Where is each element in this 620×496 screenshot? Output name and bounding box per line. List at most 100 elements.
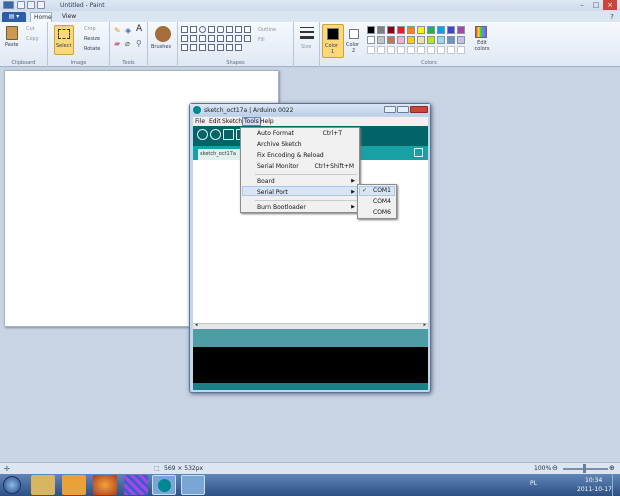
- shape-right-triangle-icon[interactable]: [244, 26, 251, 33]
- app-taskbar-icon[interactable]: [124, 475, 148, 495]
- edit-colors-button[interactable]: Edit colors: [472, 26, 490, 58]
- new-icon[interactable]: [223, 129, 234, 140]
- color-swatch[interactable]: [427, 36, 435, 44]
- menu-item-board[interactable]: Board: [257, 178, 275, 185]
- shape-arrow-right-icon[interactable]: [208, 35, 215, 42]
- menu-file[interactable]: File: [195, 118, 205, 125]
- paint-menu-icon[interactable]: [3, 1, 14, 9]
- shape-curve-icon[interactable]: [190, 26, 197, 33]
- shape-arrow-up-icon[interactable]: [226, 35, 233, 42]
- color-swatch[interactable]: [377, 26, 385, 34]
- save-icon[interactable]: [17, 1, 25, 9]
- submenu-item-com6[interactable]: COM6: [373, 209, 391, 216]
- tab-menu-icon[interactable]: [414, 148, 423, 157]
- menu-sketch[interactable]: Sketch: [222, 118, 242, 125]
- copy-button[interactable]: Copy: [26, 36, 39, 43]
- tab-home[interactable]: Home: [30, 12, 52, 22]
- resize-button[interactable]: Resize: [84, 36, 100, 43]
- shape-line-icon[interactable]: [181, 26, 188, 33]
- stop-icon[interactable]: [210, 129, 221, 140]
- shape-polygon-icon[interactable]: [226, 26, 233, 33]
- color-swatch[interactable]: [437, 36, 445, 44]
- shape-callout-rect-icon[interactable]: [199, 44, 206, 51]
- pencil-icon[interactable]: ✎: [114, 27, 121, 35]
- color-swatch[interactable]: [377, 36, 385, 44]
- custom-color-swatch[interactable]: [387, 46, 395, 54]
- minimize-icon[interactable]: –: [575, 0, 589, 10]
- arduino-minimize-icon[interactable]: [384, 106, 396, 113]
- file-menu-button[interactable]: ▤ ▾: [2, 12, 26, 22]
- shape-arrow-down-icon[interactable]: [235, 35, 242, 42]
- custom-color-swatch[interactable]: [397, 46, 405, 54]
- submenu-item-com1[interactable]: COM1: [373, 187, 391, 194]
- brushes-button[interactable]: Brushes: [151, 44, 171, 51]
- shape-star4-icon[interactable]: [244, 35, 251, 42]
- rotate-button[interactable]: Rotate: [84, 46, 100, 53]
- shape-lightning-icon[interactable]: [235, 44, 242, 51]
- magnifier-icon[interactable]: ⚲: [136, 40, 142, 48]
- color1-button[interactable]: Color 1: [322, 24, 344, 58]
- custom-color-swatch[interactable]: [377, 46, 385, 54]
- verify-icon[interactable]: [197, 129, 208, 140]
- shape-rectangle-icon[interactable]: [208, 26, 215, 33]
- color-swatch[interactable]: [457, 26, 465, 34]
- menu-help[interactable]: Help: [260, 118, 274, 125]
- arduino-maximize-icon[interactable]: [397, 106, 409, 113]
- custom-color-swatch[interactable]: [447, 46, 455, 54]
- color-swatch[interactable]: [367, 26, 375, 34]
- fill-button[interactable]: Fill: [258, 37, 265, 44]
- menu-item-auto-format[interactable]: Auto Format: [257, 130, 294, 137]
- scroll-right-icon[interactable]: ▸: [423, 322, 426, 328]
- custom-color-swatch[interactable]: [417, 46, 425, 54]
- zoom-in-icon[interactable]: ⊕: [609, 464, 615, 472]
- color-swatch[interactable]: [367, 36, 375, 44]
- select-button[interactable]: Select: [54, 25, 74, 55]
- color-swatch[interactable]: [457, 36, 465, 44]
- text-icon[interactable]: A: [136, 25, 142, 34]
- shape-arrow-left-icon[interactable]: [217, 35, 224, 42]
- paint-taskbar-icon[interactable]: [181, 475, 205, 495]
- custom-color-swatch[interactable]: [437, 46, 445, 54]
- custom-color-swatch[interactable]: [407, 46, 415, 54]
- show-desktop-button[interactable]: [612, 474, 620, 496]
- shape-callout-oval-icon[interactable]: [208, 44, 215, 51]
- color-swatch[interactable]: [397, 36, 405, 44]
- crop-button[interactable]: Crop: [84, 26, 96, 33]
- firefox-taskbar-icon[interactable]: [93, 475, 117, 495]
- submenu-item-com4[interactable]: COM4: [373, 198, 391, 205]
- shape-diamond-icon[interactable]: [181, 35, 188, 42]
- color-swatch[interactable]: [417, 26, 425, 34]
- language-indicator[interactable]: PL: [530, 480, 537, 487]
- color-swatch[interactable]: [407, 36, 415, 44]
- help-icon[interactable]: ?: [605, 12, 619, 22]
- shape-heart-icon[interactable]: [226, 44, 233, 51]
- undo-icon[interactable]: [27, 1, 35, 9]
- menu-item-fix-encoding[interactable]: Fix Encoding & Reload: [257, 152, 324, 159]
- media-player-taskbar-icon[interactable]: [62, 475, 86, 495]
- paste-icon[interactable]: [6, 26, 18, 40]
- zoom-out-icon[interactable]: ⊖: [552, 464, 558, 472]
- color-swatch[interactable]: [437, 26, 445, 34]
- color-swatch[interactable]: [447, 26, 455, 34]
- scroll-left-icon[interactable]: ◂: [195, 322, 198, 328]
- redo-icon[interactable]: [37, 1, 45, 9]
- shape-rounded-rect-icon[interactable]: [217, 26, 224, 33]
- color-picker-icon[interactable]: ⌀: [125, 40, 130, 48]
- menu-item-serial-port[interactable]: Serial Port: [257, 189, 288, 196]
- custom-color-swatch[interactable]: [427, 46, 435, 54]
- shape-oval-icon[interactable]: [199, 26, 206, 33]
- arduino-close-icon[interactable]: [410, 106, 428, 113]
- paste-button[interactable]: Paste: [5, 42, 19, 49]
- shape-callout-cloud-icon[interactable]: [217, 44, 224, 51]
- explorer-taskbar-icon[interactable]: [31, 475, 55, 495]
- start-button-icon[interactable]: [3, 476, 21, 494]
- color-swatch[interactable]: [387, 26, 395, 34]
- color2-button[interactable]: Color 2: [345, 24, 365, 58]
- shape-star6-icon[interactable]: [190, 44, 197, 51]
- menu-item-burn-bootloader[interactable]: Burn Bootloader: [257, 204, 306, 211]
- menu-item-serial-monitor[interactable]: Serial Monitor: [257, 163, 299, 170]
- tab-view[interactable]: View: [58, 12, 80, 22]
- cut-button[interactable]: Cut: [26, 26, 35, 33]
- custom-color-swatch[interactable]: [367, 46, 375, 54]
- zoom-slider-thumb[interactable]: [583, 464, 586, 473]
